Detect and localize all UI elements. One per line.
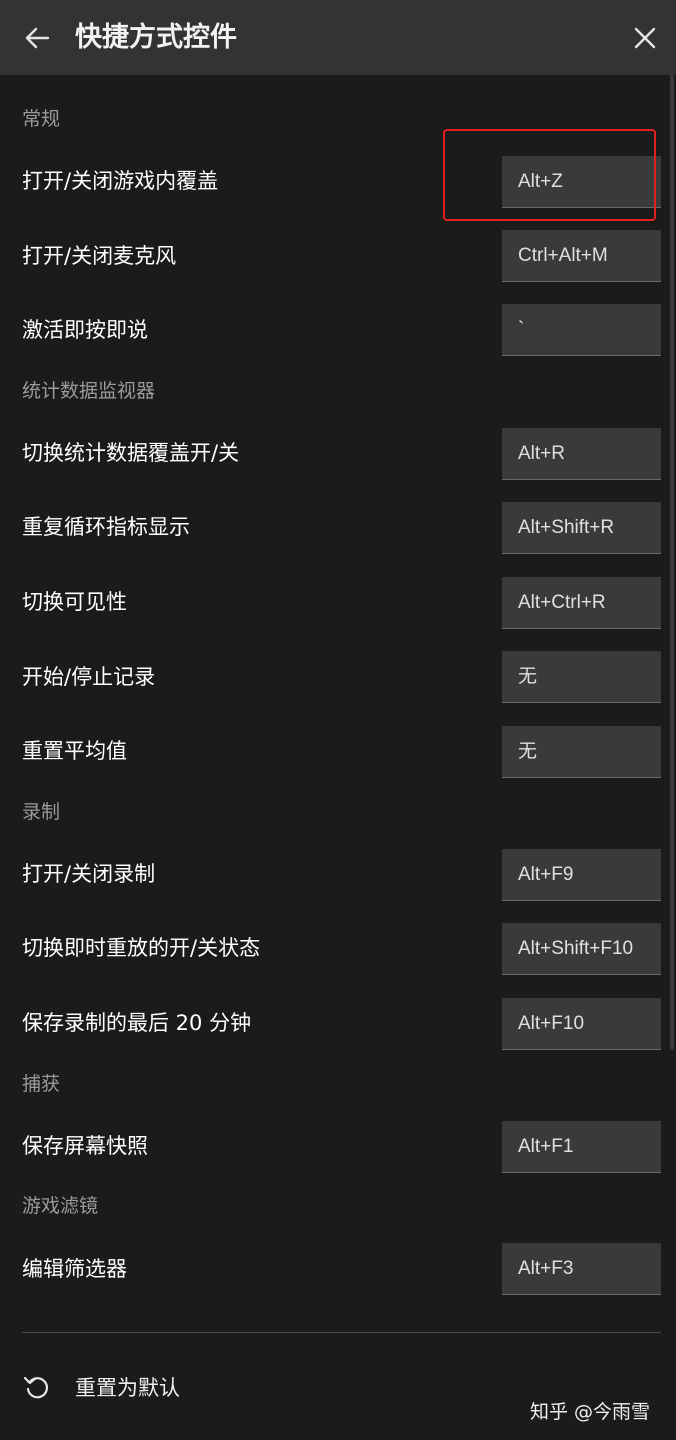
shortcut-label: 编辑筛选器 (22, 1257, 127, 1281)
scroll-thumb[interactable] (670, 75, 674, 1050)
scrollbar[interactable] (668, 75, 676, 1375)
watermark: 知乎 @今雨雪 (530, 1401, 651, 1423)
shortcut-label: 保存录制的最后 20 分钟 (22, 1011, 252, 1035)
shortcut-label: 开始/停止记录 (22, 665, 156, 689)
shortcut-key-field[interactable]: Alt+Shift+F10 (502, 923, 661, 975)
shortcut-key-field[interactable]: Alt+Shift+R (502, 502, 661, 554)
section-header-stats-monitor: 统计数据监视器 (22, 380, 156, 402)
shortcut-label: 激活即按即说 (22, 318, 148, 342)
section-header-recording: 录制 (22, 801, 61, 823)
close-icon (634, 27, 656, 49)
arrow-left-icon (25, 27, 50, 49)
shortcut-key-field[interactable]: Ctrl+Alt+M (502, 230, 661, 282)
section-header-general: 常规 (22, 108, 61, 130)
shortcut-label: 打开/关闭录制 (22, 862, 156, 886)
shortcut-label: 切换即时重放的开/关状态 (22, 936, 261, 960)
shortcut-key-field[interactable]: ` (502, 304, 661, 356)
page-title: 快捷方式控件 (75, 22, 237, 53)
shortcut-key-field[interactable]: Alt+Ctrl+R (502, 577, 661, 629)
shortcut-key-field[interactable]: Alt+F9 (502, 849, 661, 901)
section-header-capture: 捕获 (22, 1073, 61, 1095)
shortcut-label: 打开/关闭麦克风 (22, 244, 177, 268)
shortcut-label: 切换可见性 (22, 590, 127, 614)
section-header-game-filter: 游戏滤镜 (22, 1195, 99, 1217)
shortcut-key-field[interactable]: Alt+Z (502, 156, 661, 208)
shortcut-key-field[interactable]: Alt+F10 (502, 998, 661, 1050)
shortcut-label: 重复循环指标显示 (22, 515, 190, 539)
reset-to-default-button[interactable]: 重置为默认 (22, 1366, 180, 1408)
divider (22, 1332, 661, 1333)
back-button[interactable] (18, 19, 56, 57)
shortcut-key-field[interactable]: Alt+R (502, 428, 661, 480)
close-button[interactable] (626, 19, 664, 57)
shortcut-label: 重置平均值 (22, 739, 127, 763)
shortcut-key-field[interactable]: 无 (502, 651, 661, 703)
shortcut-label: 保存屏幕快照 (22, 1134, 148, 1158)
shortcut-key-field[interactable]: 无 (502, 726, 661, 778)
reset-icon (22, 1372, 52, 1402)
shortcut-label: 切换统计数据覆盖开/关 (22, 441, 240, 465)
title-bar: 快捷方式控件 (0, 0, 676, 75)
reset-label: 重置为默认 (75, 1376, 180, 1400)
shortcut-label: 打开/关闭游戏内覆盖 (22, 169, 219, 193)
shortcut-key-field[interactable]: Alt+F3 (502, 1243, 661, 1295)
shortcut-key-field[interactable]: Alt+F1 (502, 1121, 661, 1173)
